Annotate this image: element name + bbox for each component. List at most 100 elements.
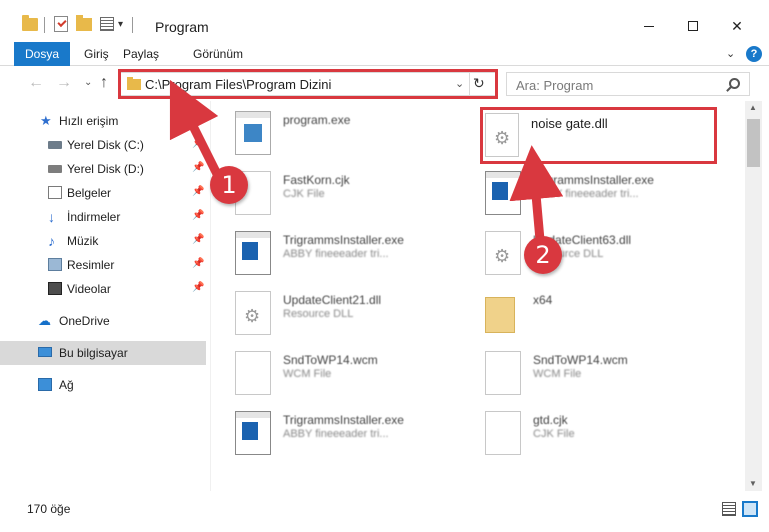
quick-access-properties-icon[interactable] (100, 17, 114, 31)
program-exe-icon (235, 111, 271, 155)
sidebar-item-label: Belgeler (67, 186, 112, 200)
file-item[interactable]: FastKorn.cjk CJK File (211, 163, 451, 223)
file-item[interactable]: program.exe (211, 103, 451, 163)
file-item[interactable]: SndToWP14.wcm WCM File (461, 343, 701, 403)
forward-arrow-icon[interactable]: → (56, 74, 72, 92)
sidebar-item-local-disk-d[interactable]: Yerel Disk (D:) 📌 (0, 157, 206, 181)
tab-view[interactable]: Görünüm (193, 42, 243, 66)
dll-gear-icon (235, 291, 271, 335)
sidebar-item-label: Hızlı erişim (59, 114, 119, 128)
large-icons-view-icon[interactable] (742, 501, 758, 517)
sidebar-item-label: Ağ (59, 378, 74, 392)
computer-icon (38, 347, 52, 357)
sidebar-item-quick-access[interactable]: ★ Hızlı erişim (0, 109, 206, 133)
generic-file-icon (485, 351, 521, 395)
maximize-button[interactable] (670, 12, 716, 40)
sidebar-item-documents[interactable]: Belgeler 📌 (0, 181, 206, 205)
file-type: ABBY fineeeader tri... (283, 428, 389, 440)
file-name: SndToWP14.wcm (283, 353, 378, 367)
scrollbar-thumb[interactable] (747, 119, 760, 167)
item-count: 170 öğe (27, 502, 71, 516)
maximize-icon (688, 21, 698, 31)
step-marker-2: 2 (524, 236, 562, 274)
file-item[interactable]: UpdateClient21.dll Resource DLL (211, 283, 451, 343)
status-bar: 170 öğe (0, 491, 769, 532)
file-item[interactable]: x64 (461, 283, 701, 343)
sidebar-item-videos[interactable]: Videolar 📌 (0, 277, 206, 301)
file-item[interactable]: SndToWP14.wcm WCM File (211, 343, 451, 403)
drive-icon (48, 141, 62, 149)
downloads-icon: ↓ (48, 209, 55, 225)
file-highlight-box (480, 107, 717, 164)
search-input[interactable]: Ara: Program (516, 78, 593, 93)
folder-icon (22, 15, 38, 31)
star-icon: ★ (40, 113, 52, 128)
toolbar-separator (132, 17, 133, 33)
pin-icon: 📌 (192, 138, 205, 149)
documents-icon (48, 186, 62, 199)
folder-icon (485, 297, 515, 333)
sidebar-item-network[interactable]: Ağ (0, 373, 206, 397)
scroll-down-arrow-icon[interactable]: ▼ (749, 479, 757, 488)
up-arrow-icon[interactable]: ↑ (100, 74, 108, 92)
search-icon[interactable] (729, 78, 740, 89)
sidebar-item-downloads[interactable]: ↓ İndirmeler 📌 (0, 205, 206, 229)
tab-share[interactable]: Paylaş (123, 42, 159, 66)
pin-icon: 📌 (192, 234, 205, 245)
drive-icon (48, 165, 62, 173)
file-name: FastKorn.cjk (283, 173, 350, 187)
sidebar-item-onedrive[interactable]: ☁ OneDrive (0, 309, 206, 333)
help-icon[interactable]: ? (746, 46, 762, 62)
pin-icon: 📌 (192, 282, 205, 293)
installer-exe-icon (235, 231, 271, 275)
toolbar-separator (44, 17, 45, 33)
back-arrow-icon[interactable]: ← (28, 74, 44, 92)
file-name: program.exe (283, 113, 351, 127)
sidebar-item-this-pc[interactable]: Bu bilgisayar (0, 341, 206, 365)
sidebar-item-label: Yerel Disk (D:) (67, 162, 144, 176)
minimize-button[interactable] (626, 12, 672, 40)
file-type: CJK File (283, 188, 325, 200)
details-view-icon[interactable] (722, 502, 736, 516)
sidebar-item-music[interactable]: ♪ Müzik 📌 (0, 229, 206, 253)
tab-home[interactable]: Giriş (84, 42, 109, 66)
file-item[interactable]: TrigrammsInstaller.exe ABBY fineeeader t… (211, 403, 451, 463)
generic-file-icon (485, 411, 521, 455)
file-name: TrigrammsInstaller.exe (283, 233, 404, 247)
vertical-scrollbar[interactable]: ▲ ▼ (745, 101, 762, 491)
file-name: SndToWP14.wcm (533, 353, 628, 367)
installer-exe-icon (235, 411, 271, 455)
close-button[interactable]: ✕ (714, 12, 760, 40)
sidebar-item-label: Müzik (67, 234, 99, 248)
recent-locations-chevron-icon[interactable]: ⌄ (84, 77, 92, 88)
title-bar: ▾ Program ✕ (0, 0, 769, 42)
file-item[interactable]: UpdateClient63.dll Resource DLL (461, 223, 701, 283)
file-item[interactable]: TrigrammsInstaller.exe ABBY fineeeader t… (211, 223, 451, 283)
sidebar-item-local-disk-c[interactable]: Yerel Disk (C:) 📌 (0, 133, 206, 157)
new-folder-icon[interactable] (76, 15, 92, 31)
network-icon (38, 378, 52, 391)
expand-ribbon-chevron-icon[interactable]: ⌄ (726, 47, 735, 60)
sidebar-item-pictures[interactable]: Resimler 📌 (0, 253, 206, 277)
music-icon: ♪ (48, 233, 55, 249)
navigation-pane: ★ Hızlı erişim Yerel Disk (C:) 📌 Yerel D… (0, 101, 210, 491)
properties-check-icon[interactable] (54, 16, 68, 32)
dll-gear-icon (485, 231, 521, 275)
file-name: gtd.cjk (533, 413, 568, 427)
customize-toolbar-chevron-icon[interactable]: ▾ (118, 19, 123, 30)
scroll-up-arrow-icon[interactable]: ▲ (749, 103, 757, 112)
file-item[interactable]: TrigrammsInstaller.exe ABBY fineeeader t… (461, 163, 701, 223)
pin-icon: 📌 (192, 258, 205, 269)
pin-icon: 📌 (192, 186, 205, 197)
sidebar-item-label: Resimler (67, 258, 115, 272)
address-highlight-box (118, 69, 498, 99)
pictures-icon (48, 258, 62, 271)
file-name: TrigrammsInstaller.exe (283, 413, 404, 427)
cloud-icon: ☁ (38, 313, 51, 328)
search-box[interactable]: Ara: Program (506, 72, 750, 96)
minimize-icon (644, 25, 654, 27)
file-item[interactable]: gtd.cjk CJK File (461, 403, 701, 463)
sidebar-item-label: Bu bilgisayar (59, 346, 128, 360)
tab-file[interactable]: Dosya (14, 42, 70, 66)
pin-icon: 📌 (192, 162, 205, 173)
